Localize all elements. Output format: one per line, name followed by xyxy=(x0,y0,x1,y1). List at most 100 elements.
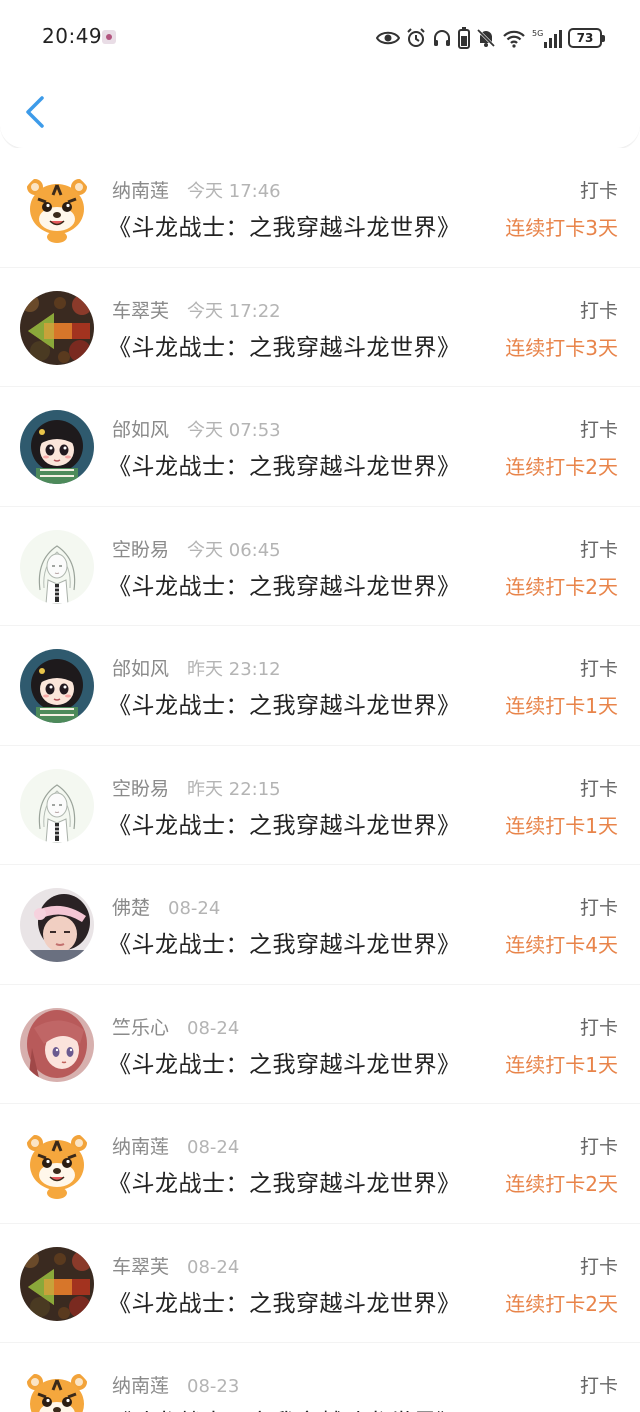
streak-count: 连续打卡3天 xyxy=(505,216,618,240)
phone-battery-icon xyxy=(458,27,470,49)
eye-icon xyxy=(376,31,400,45)
list-item[interactable]: 佛楚 08-24 《斗龙战士：之我穿越斗龙世界》 打卡 连续打卡4天 xyxy=(0,865,640,985)
user-name: 纳南莲 xyxy=(112,1375,170,1397)
user-name: 竺乐心 xyxy=(112,1016,170,1039)
top-navigation-bar xyxy=(0,72,640,149)
streak-count: 连续打卡1天 xyxy=(505,694,618,718)
checkin-time: 08-24 xyxy=(187,1256,240,1278)
checkin-type: 打卡 xyxy=(579,777,618,800)
streak-count: 连续打卡2天 xyxy=(505,455,618,479)
list-item[interactable]: 纳南莲 今天 17:46 《斗龙战士：之我穿越斗龙世界》 打卡 连续打卡3天 xyxy=(0,148,640,268)
checkin-type: 打卡 xyxy=(579,897,618,919)
avatar[interactable] xyxy=(20,1127,94,1201)
checkin-time: 今天 06:45 xyxy=(187,539,281,561)
girl-dark-avatar-image xyxy=(20,410,94,484)
anime-girl-avatar-image xyxy=(20,1007,94,1082)
checkin-type: 打卡 xyxy=(579,180,618,202)
tiger-avatar-image xyxy=(20,1366,94,1412)
user-name: 邰如风 xyxy=(112,419,170,441)
avatar[interactable] xyxy=(20,1007,94,1082)
streak-count: 连续打卡2天 xyxy=(505,1172,618,1196)
book-title[interactable]: 《斗龙战士：之我穿越斗龙世界》 xyxy=(108,567,461,601)
book-title[interactable]: 《斗龙战士：之我穿越斗龙世界》 xyxy=(108,328,461,362)
checkin-type: 打卡 xyxy=(579,419,618,441)
list-item[interactable]: 邰如风 今天 07:53 《斗龙战士：之我穿越斗龙世界》 打卡 连续打卡2天 xyxy=(0,387,640,507)
user-name: 车翠芙 xyxy=(112,1255,170,1278)
checkin-type: 打卡 xyxy=(579,658,618,680)
streak-count: 连续打卡4天 xyxy=(505,933,618,957)
checkin-list: 纳南莲 今天 17:46 《斗龙战士：之我穿越斗龙世界》 打卡 连续打卡3天 车翠… xyxy=(0,148,640,1412)
list-item[interactable]: 纳南莲 08-23 《斗龙战士：之我穿越斗龙世界》 打卡 xyxy=(0,1343,640,1412)
app-notification-icon xyxy=(102,30,116,44)
list-item[interactable]: 车翠芙 今天 17:22 《斗龙战士：之我穿越斗龙世界》 打卡 连续打卡3天 xyxy=(0,268,640,387)
user-name: 佛楚 xyxy=(112,897,151,919)
avatar[interactable] xyxy=(20,529,94,604)
leaves-avatar-image xyxy=(20,1246,94,1321)
checkin-type: 打卡 xyxy=(579,1136,618,1158)
checkin-type: 打卡 xyxy=(579,299,618,322)
checkin-type: 打卡 xyxy=(579,1016,618,1039)
list-item[interactable]: 车翠芙 08-24 《斗龙战士：之我穿越斗龙世界》 打卡 连续打卡2天 xyxy=(0,1224,640,1343)
sketch-girl-avatar-image xyxy=(20,768,94,843)
mute-bell-icon xyxy=(476,28,496,48)
book-title[interactable]: 《斗龙战士：之我穿越斗龙世界》 xyxy=(108,925,461,959)
user-name: 纳南莲 xyxy=(112,1136,170,1158)
tiger-avatar-image xyxy=(20,1127,94,1201)
tiger-avatar-image xyxy=(20,171,94,245)
avatar[interactable] xyxy=(20,410,94,484)
book-title[interactable]: 《斗龙战士：之我穿越斗龙世界》 xyxy=(108,806,461,840)
avatar[interactable] xyxy=(20,1246,94,1321)
checkin-time: 昨天 22:15 xyxy=(187,778,281,800)
avatar[interactable] xyxy=(20,649,94,723)
checkin-time: 08-24 xyxy=(168,898,221,919)
streak-count: 连续打卡1天 xyxy=(505,813,618,838)
book-title[interactable]: 《斗龙战士：之我穿越斗龙世界》 xyxy=(108,447,461,481)
avatar[interactable] xyxy=(20,768,94,843)
avatar[interactable] xyxy=(20,171,94,245)
chevron-left-icon xyxy=(26,96,44,128)
book-title[interactable]: 《斗龙战士：之我穿越斗龙世界》 xyxy=(108,686,461,720)
signal-5g-icon: 5G xyxy=(532,29,562,48)
list-item[interactable]: 邰如风 昨天 23:12 《斗龙战士：之我穿越斗龙世界》 打卡 连续打卡1天 xyxy=(0,626,640,746)
user-name: 空盼易 xyxy=(112,777,170,800)
status-time: 20:49 xyxy=(42,24,103,48)
status-icons: 5G 73 xyxy=(376,24,605,52)
checkin-time: 今天 07:53 xyxy=(187,420,281,441)
book-title[interactable]: 《斗龙战士：之我穿越斗龙世界》 xyxy=(108,1284,461,1318)
book-title[interactable]: 《斗龙战士：之我穿越斗龙世界》 xyxy=(108,1164,461,1198)
checkin-type: 打卡 xyxy=(579,538,618,561)
avatar[interactable] xyxy=(20,290,94,365)
alarm-icon xyxy=(407,28,425,47)
avatar[interactable] xyxy=(20,1366,94,1412)
checkin-time: 08-24 xyxy=(187,1137,240,1158)
checkin-time: 昨天 23:12 xyxy=(187,659,281,680)
list-item[interactable]: 空盼易 昨天 22:15 《斗龙战士：之我穿越斗龙世界》 打卡 连续打卡1天 xyxy=(0,746,640,865)
checkin-time: 08-24 xyxy=(187,1017,240,1039)
list-item[interactable]: 空盼易 今天 06:45 《斗龙战士：之我穿越斗龙世界》 打卡 连续打卡2天 xyxy=(0,507,640,626)
svg-text:5G: 5G xyxy=(532,29,543,38)
book-title[interactable]: 《斗龙战士：之我穿越斗龙世界》 xyxy=(108,1403,461,1412)
sketch-girl-avatar-image xyxy=(20,529,94,604)
user-name: 邰如风 xyxy=(112,658,170,680)
streak-count: 连续打卡3天 xyxy=(505,335,618,360)
headphones-icon xyxy=(434,30,450,46)
checkin-type: 打卡 xyxy=(579,1375,618,1397)
wifi-icon xyxy=(503,30,525,48)
streak-count: 连续打卡2天 xyxy=(505,1291,618,1316)
status-bar: 20:49 5G 73 xyxy=(0,0,640,72)
checkin-time: 今天 17:46 xyxy=(187,181,281,202)
streak-count: 连续打卡2天 xyxy=(505,574,618,599)
list-item[interactable]: 竺乐心 08-24 《斗龙战士：之我穿越斗龙世界》 打卡 连续打卡1天 xyxy=(0,985,640,1104)
photo-girl-avatar-image xyxy=(20,888,94,962)
user-name: 车翠芙 xyxy=(112,299,170,322)
back-button[interactable] xyxy=(20,94,50,130)
user-name: 纳南莲 xyxy=(112,180,170,202)
list-item[interactable]: 纳南莲 08-24 《斗龙战士：之我穿越斗龙世界》 打卡 连续打卡2天 xyxy=(0,1104,640,1224)
avatar[interactable] xyxy=(20,888,94,962)
streak-count: 连续打卡1天 xyxy=(505,1052,618,1077)
checkin-time: 今天 17:22 xyxy=(187,300,281,322)
user-name: 空盼易 xyxy=(112,538,170,561)
book-title[interactable]: 《斗龙战士：之我穿越斗龙世界》 xyxy=(108,208,461,242)
girl-dark-avatar-image xyxy=(20,649,94,723)
book-title[interactable]: 《斗龙战士：之我穿越斗龙世界》 xyxy=(108,1045,461,1079)
